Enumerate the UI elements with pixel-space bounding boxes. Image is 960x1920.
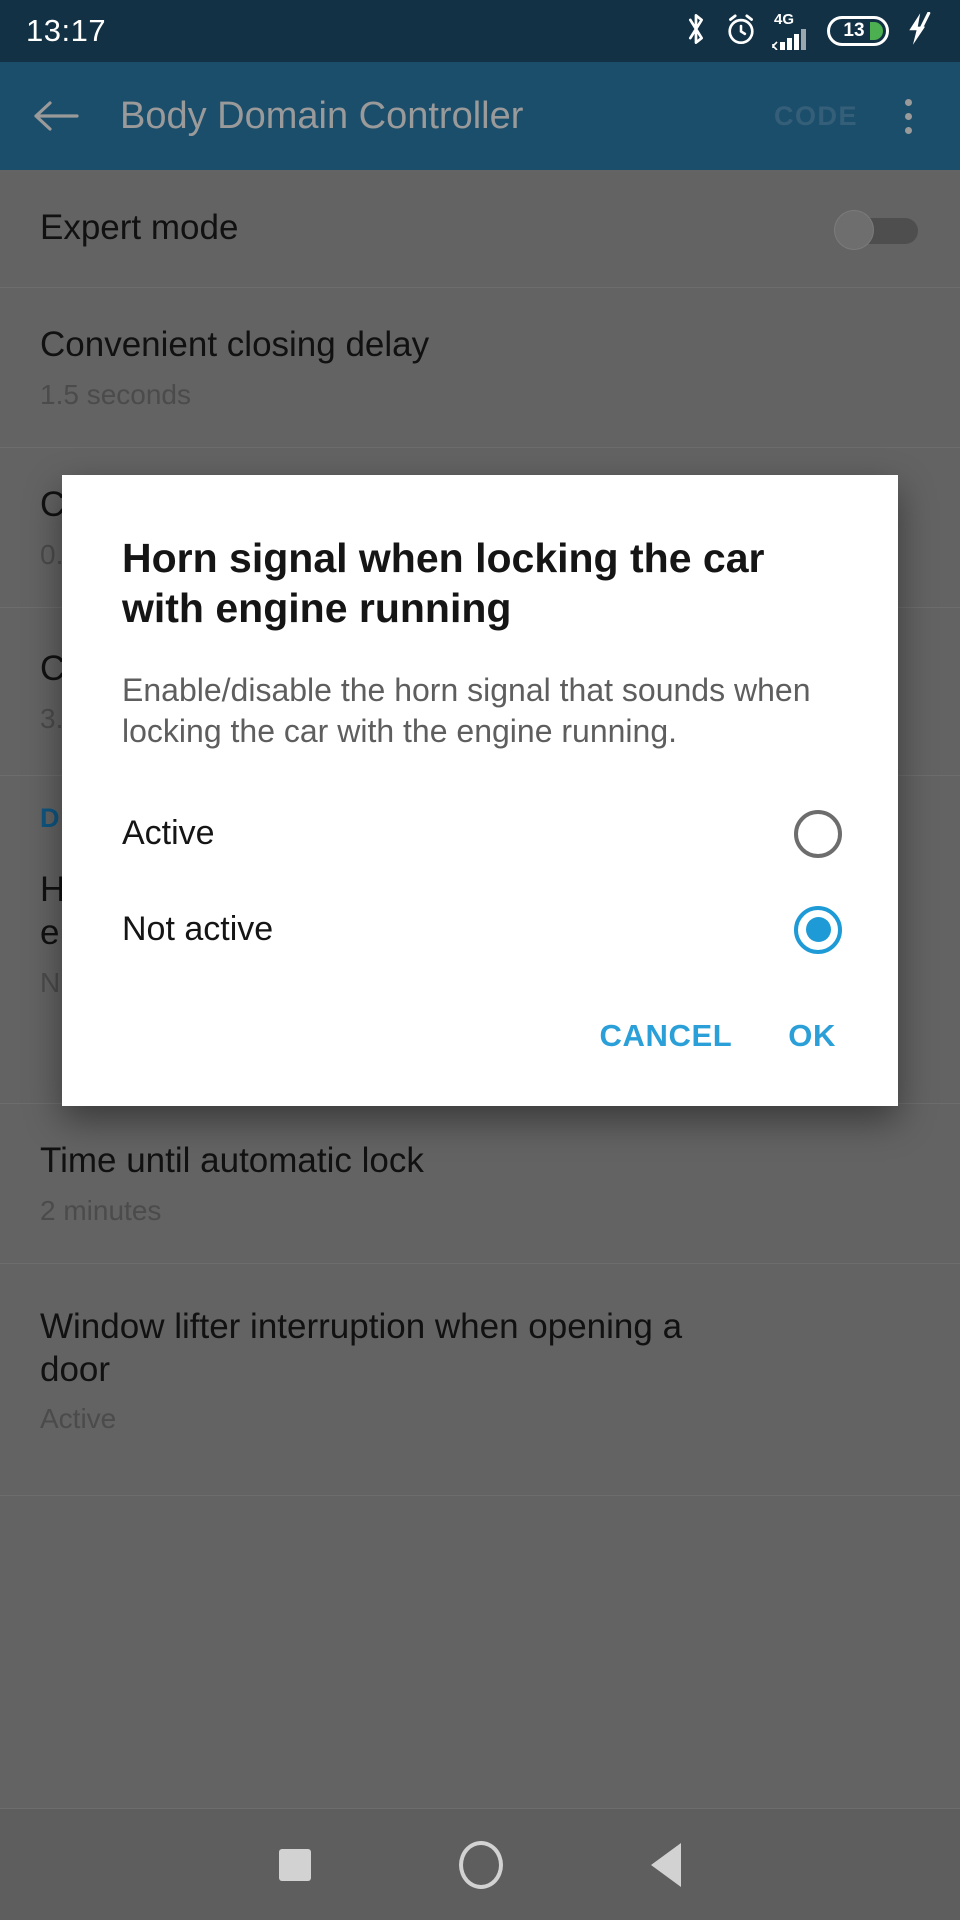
- list-item-subtitle: 2 minutes: [40, 1194, 162, 1226]
- expert-mode-toggle[interactable]: [834, 207, 920, 251]
- list-item-time-until-automatic-lock[interactable]: Time until automatic lock 2 minutes: [0, 1104, 960, 1264]
- list-item-window-lifter-interruption[interactable]: Window lifter interruption when opening …: [0, 1264, 960, 1496]
- radio-option-not-active[interactable]: Not active: [62, 882, 898, 978]
- app-bar: Body Domain Controller CODE: [0, 62, 960, 170]
- status-bar: 13:17 4G 13: [0, 0, 960, 62]
- back-arrow-icon[interactable]: [28, 88, 84, 144]
- list-item-title-line2: door: [40, 1349, 111, 1389]
- radio-option-active[interactable]: Active: [62, 786, 898, 882]
- cancel-button[interactable]: CANCEL: [572, 996, 761, 1076]
- alarm-icon: [725, 12, 757, 51]
- toggle-knob: [834, 209, 874, 250]
- overflow-menu-icon[interactable]: [884, 88, 932, 144]
- code-button[interactable]: CODE: [774, 101, 858, 132]
- radio-button-not-active[interactable]: [794, 905, 842, 954]
- list-item-expert-mode[interactable]: Expert mode: [0, 170, 960, 288]
- status-icon-tray: 4G 13: [682, 11, 934, 51]
- radio-option-label: Not active: [122, 910, 274, 949]
- back-triangle-icon[interactable]: [651, 1842, 681, 1887]
- list-item-subtitle: Active: [40, 1403, 117, 1435]
- battery-level-label: 13: [843, 20, 865, 41]
- network-type-label: 4G: [774, 11, 795, 28]
- radio-option-label: Active: [122, 814, 215, 853]
- phone-screen: 13:17 4G 13 Body Domain Controller CODE …: [0, 0, 960, 1920]
- radio-button-active[interactable]: [794, 809, 842, 858]
- list-item-title: Convenient closing delay: [40, 325, 430, 365]
- android-navigation-bar: [0, 1808, 960, 1920]
- status-clock: 13:17: [26, 13, 107, 48]
- charging-bolt-icon: [904, 11, 934, 51]
- battery-icon: 13: [827, 16, 889, 46]
- list-item-subtitle: 1.5 seconds: [40, 378, 191, 410]
- ok-button[interactable]: OK: [760, 996, 864, 1076]
- list-item-convenient-closing-delay[interactable]: Convenient closing delay 1.5 seconds: [0, 288, 960, 448]
- horn-signal-dialog: Horn signal when locking the car with en…: [62, 475, 898, 1106]
- bluetooth-icon: [682, 12, 710, 51]
- network-4g-icon: 4G: [772, 12, 812, 50]
- dialog-radio-group: Active Not active: [62, 752, 898, 978]
- home-circle-icon[interactable]: [459, 1840, 503, 1889]
- list-item-title: Time until automatic lock: [40, 1141, 424, 1181]
- list-item-title: Expert mode: [40, 208, 239, 248]
- list-item-title: Window lifter interruption when opening …: [40, 1307, 683, 1346]
- page-title: Body Domain Controller: [120, 94, 524, 137]
- dialog-message: Enable/disable the horn signal that soun…: [122, 671, 811, 749]
- dialog-title: Horn signal when locking the car with en…: [122, 535, 765, 632]
- recents-square-icon[interactable]: [279, 1848, 311, 1881]
- dialog-action-bar: CANCEL OK: [62, 978, 898, 1106]
